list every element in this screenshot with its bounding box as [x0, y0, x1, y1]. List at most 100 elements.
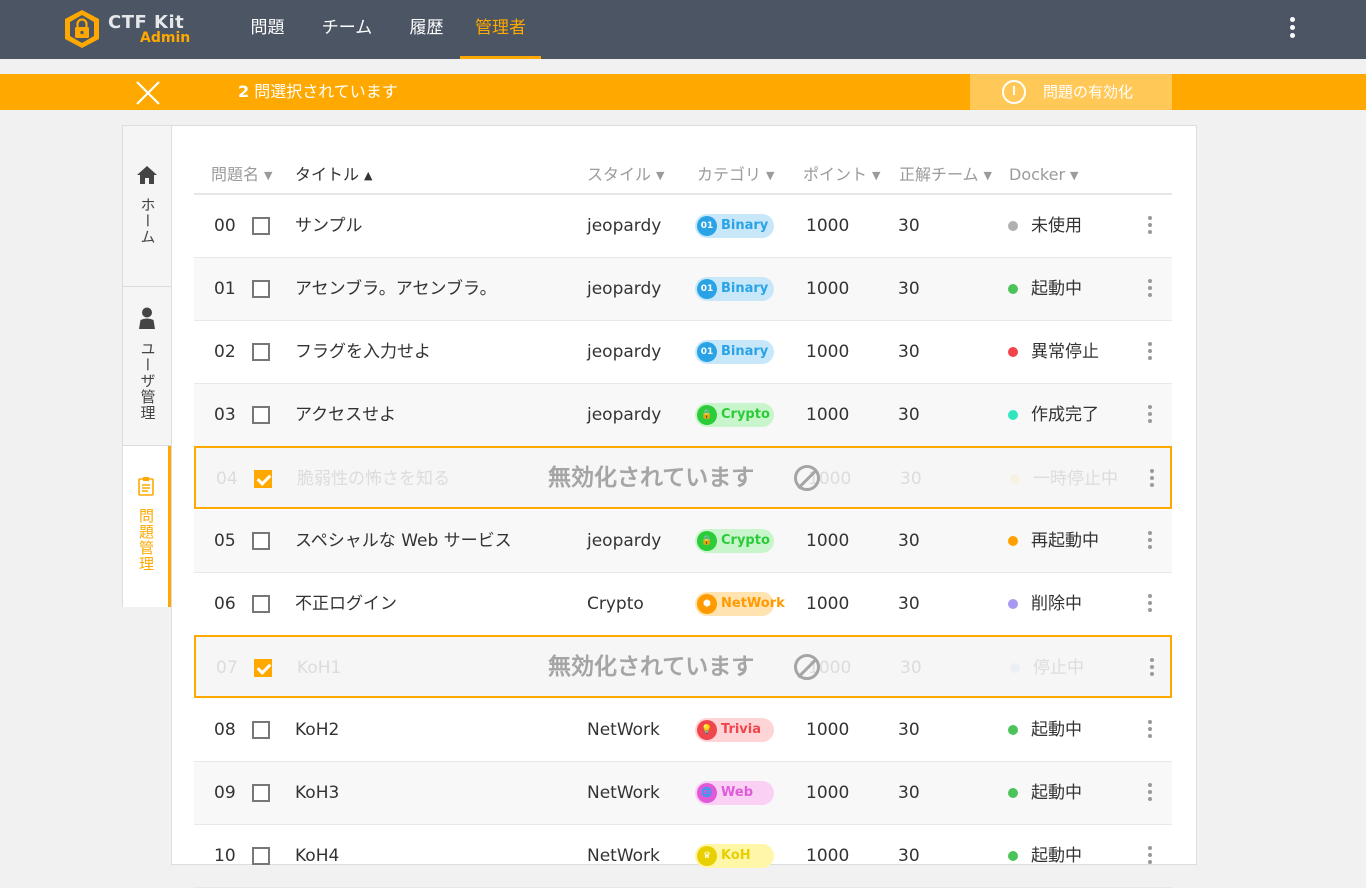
row-checkbox[interactable] — [252, 721, 270, 739]
row-checkbox[interactable] — [254, 659, 272, 677]
col-category-header[interactable]: カテゴリ ▼ — [697, 160, 774, 191]
category-icon: 🌐 — [697, 783, 717, 803]
table-row[interactable]: 04 脆弱性の怖さを知る 1000 30 一時停止中 無効化されています — [194, 446, 1172, 509]
table-row[interactable]: 07 KoH1 1000 30 停止中 無効化されています — [194, 635, 1172, 698]
category-icon: 01 — [697, 342, 717, 362]
problem-style: NetWork — [587, 783, 660, 803]
category-badge: ♛ KoH — [695, 844, 774, 868]
problem-solved: 30 — [898, 531, 920, 551]
row-checkbox[interactable] — [252, 595, 270, 613]
col-docker-header[interactable]: Docker ▼ — [1009, 160, 1079, 191]
side-tabs: ホーム ユーザ管理 問題管理 — [122, 125, 172, 607]
category-label: Binary — [721, 344, 769, 359]
docker-status: 起動中 — [1031, 783, 1082, 803]
problem-solved: 30 — [898, 216, 920, 236]
row-checkbox[interactable] — [254, 470, 272, 488]
side-tab-home[interactable]: ホーム — [123, 126, 171, 286]
problem-title: KoH3 — [295, 783, 340, 803]
row-menu-icon[interactable] — [1140, 780, 1160, 808]
problem-title: アクセスせよ — [295, 405, 397, 425]
problem-points: 1000 — [806, 342, 850, 362]
selection-count: 2 — [238, 82, 250, 101]
table-row[interactable]: 10 KoH4 NetWork ♛ KoH 1000 30 起動中 — [194, 825, 1172, 888]
sort-down-icon: ▼ — [264, 169, 273, 182]
row-checkbox[interactable] — [252, 343, 270, 361]
logo-subtitle: Admin — [140, 30, 191, 46]
problem-title: 脆弱性の怖さを知る — [297, 469, 450, 489]
table-row[interactable]: 09 KoH3 NetWork 🌐 Web 1000 30 起動中 — [194, 762, 1172, 825]
row-menu-icon[interactable] — [1140, 402, 1160, 430]
row-menu-icon[interactable] — [1140, 528, 1160, 556]
disabled-label: 無効化されています — [548, 654, 755, 680]
status-dot — [1008, 599, 1018, 609]
table-row[interactable]: 05 スペシャルな Web サービス jeopardy 🔒 Crypto 1000 30 再起… — [194, 510, 1172, 573]
problem-solved: 30 — [898, 846, 920, 866]
row-checkbox[interactable] — [252, 532, 270, 550]
category-badge: 01 Binary — [695, 340, 774, 364]
more-menu-icon[interactable] — [1282, 14, 1302, 44]
problem-title: スペシャルな Web サービス — [295, 531, 512, 551]
docker-status: 停止中 — [1033, 658, 1084, 678]
row-checkbox[interactable] — [252, 406, 270, 424]
status-dot — [1008, 284, 1018, 294]
status-dot — [1010, 663, 1020, 673]
ban-icon — [794, 654, 820, 680]
category-label: KoH — [721, 848, 751, 863]
category-label: NetWork — [721, 596, 785, 611]
category-badge: 01 Binary — [695, 277, 774, 301]
problem-number: 05 — [214, 531, 236, 551]
nav-teams[interactable]: チーム — [320, 0, 374, 59]
problem-points: 1000 — [806, 405, 850, 425]
side-tab-problems[interactable]: 問題管理 — [123, 446, 171, 607]
col-points-header[interactable]: ポイント ▼ — [803, 160, 880, 191]
sort-up-icon: ▲ — [364, 169, 373, 182]
row-menu-icon[interactable] — [1140, 276, 1160, 304]
row-menu-icon[interactable] — [1142, 466, 1162, 494]
col-style-header[interactable]: スタイル ▼ — [587, 160, 664, 191]
table-row[interactable]: 00 サンプル jeopardy 01 Binary 1000 30 未使用 — [194, 195, 1172, 258]
col-title-header[interactable]: タイトル ▲ — [295, 160, 372, 191]
nav-admin[interactable]: 管理者 — [460, 0, 541, 59]
category-badge: 🔒 Crypto — [695, 529, 774, 553]
problem-number: 10 — [214, 846, 236, 866]
disabled-label: 無効化されています — [548, 465, 755, 491]
status-dot — [1010, 474, 1020, 484]
row-checkbox[interactable] — [252, 784, 270, 802]
side-tab-users[interactable]: ユーザ管理 — [123, 287, 171, 445]
problem-style: Crypto — [587, 594, 644, 614]
category-label: Binary — [721, 218, 769, 233]
docker-status: 起動中 — [1031, 720, 1082, 740]
row-menu-icon[interactable] — [1140, 717, 1160, 745]
table-row[interactable]: 03 アクセスせよ jeopardy 🔒 Crypto 1000 30 作成完了 — [194, 384, 1172, 447]
category-icon: 🔒 — [697, 405, 717, 425]
row-menu-icon[interactable] — [1140, 213, 1160, 241]
row-checkbox[interactable] — [252, 217, 270, 235]
row-menu-icon[interactable] — [1140, 591, 1160, 619]
table-row[interactable]: 06 不正ログイン Crypto ⬢ NetWork 1000 30 削除中 — [194, 573, 1172, 636]
problem-style: jeopardy — [587, 531, 662, 551]
power-icon — [1002, 80, 1026, 104]
category-badge: ⬢ NetWork — [695, 592, 785, 616]
table-row[interactable]: 02 フラグを入力せよ jeopardy 01 Binary 1000 30 異常停止 — [194, 321, 1172, 384]
category-label: Web — [721, 785, 753, 800]
row-checkbox[interactable] — [252, 847, 270, 865]
nav-history[interactable]: 履歴 — [408, 0, 445, 59]
problem-number: 07 — [216, 658, 238, 678]
row-checkbox[interactable] — [252, 280, 270, 298]
col-name-header[interactable]: 問題名 ▼ — [211, 160, 272, 191]
problem-number: 01 — [214, 279, 236, 299]
col-solved-header[interactable]: 正解チーム ▼ — [899, 160, 992, 191]
problem-points: 1000 — [806, 531, 850, 551]
problem-style: jeopardy — [587, 405, 662, 425]
nav-problems[interactable]: 問題 — [249, 0, 286, 59]
enable-problems-button[interactable]: 問題の有効化 — [970, 74, 1172, 110]
problem-points: 1000 — [806, 783, 850, 803]
row-menu-icon[interactable] — [1140, 843, 1160, 871]
table-row[interactable]: 08 KoH2 NetWork 💡 Trivia 1000 30 起動中 — [194, 699, 1172, 762]
row-menu-icon[interactable] — [1140, 339, 1160, 367]
table-row[interactable]: 01 アセンブラ。アセンブラ。 jeopardy 01 Binary 1000 30 起動中 — [194, 258, 1172, 321]
category-icon: ⬢ — [697, 594, 717, 614]
close-selection-icon[interactable] — [134, 79, 162, 107]
row-menu-icon[interactable] — [1142, 655, 1162, 683]
app-logo[interactable]: CTF Kit Admin — [62, 8, 202, 50]
